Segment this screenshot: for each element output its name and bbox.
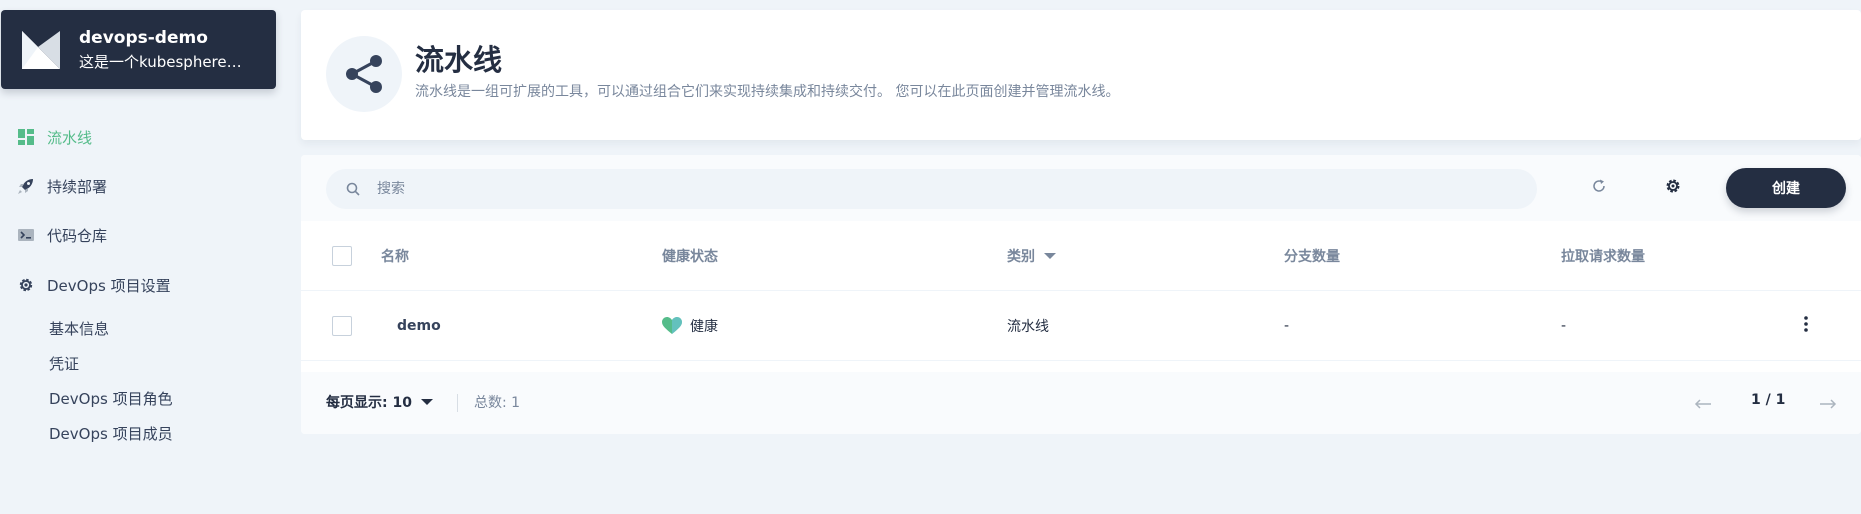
sidebar-subitem-basic-info[interactable]: 基本信息 bbox=[49, 318, 109, 340]
terminal-icon bbox=[18, 227, 34, 243]
sidebar-subitem-credentials[interactable]: 凭证 bbox=[49, 353, 79, 375]
sidebar-subitem-project-roles[interactable]: DevOps 项目角色 bbox=[49, 388, 173, 410]
sidebar-item-label: DevOps 项目设置 bbox=[47, 276, 171, 295]
caret-down-icon[interactable] bbox=[1044, 252, 1056, 260]
arrow-left-icon bbox=[1694, 394, 1712, 413]
search-input[interactable] bbox=[375, 180, 1475, 198]
pipeline-grid-icon bbox=[18, 129, 34, 145]
column-header-pull-requests: 拉取请求数量 bbox=[1561, 249, 1645, 265]
page-size-select[interactable]: 每页显示: 10 bbox=[326, 392, 433, 412]
pipeline-name-cell: demo bbox=[397, 291, 441, 361]
rocket-icon bbox=[18, 178, 34, 194]
project-name: devops-demo bbox=[79, 27, 208, 48]
column-header-type[interactable]: 类别 bbox=[1007, 221, 1056, 291]
divider bbox=[457, 394, 458, 412]
project-logo-icon bbox=[22, 30, 60, 69]
project-info: devops-demo 这是一个kubesphere智... bbox=[79, 27, 249, 73]
column-header-name[interactable]: 名称 bbox=[381, 221, 409, 291]
sidebar-item-project-settings[interactable]: DevOps 项目设置 bbox=[18, 273, 171, 297]
sidebar-subitem-project-members[interactable]: DevOps 项目成员 bbox=[49, 423, 173, 445]
arrow-right-icon bbox=[1819, 394, 1837, 413]
more-vertical-icon bbox=[1804, 316, 1808, 336]
refresh-icon bbox=[1591, 178, 1607, 198]
select-all-checkbox[interactable] bbox=[332, 246, 352, 266]
table-row: demo 健康 流水线 - - bbox=[301, 291, 1861, 361]
toolbar: 创建 bbox=[301, 155, 1861, 221]
sidebar-item-code-repositories[interactable]: 代码仓库 bbox=[18, 223, 107, 247]
next-page-button[interactable] bbox=[1816, 391, 1840, 415]
health-heart-icon bbox=[662, 317, 682, 335]
pagination-bar: 每页显示: 10 总数: 1 1 / 1 bbox=[301, 372, 1861, 434]
type-cell: 流水线 bbox=[1007, 319, 1049, 335]
refresh-button[interactable] bbox=[1587, 176, 1611, 200]
health-status-text: 健康 bbox=[690, 319, 718, 335]
pull-requests-cell: - bbox=[1561, 318, 1567, 334]
page-description: 流水线是一组可扩展的工具，可以通过组合它们来实现持续集成和持续交付。 您可以在此… bbox=[415, 84, 1120, 100]
sidebar-item-label: 代码仓库 bbox=[47, 226, 108, 245]
branches-cell: - bbox=[1284, 318, 1290, 334]
sidebar-item-pipelines[interactable]: 流水线 bbox=[18, 125, 92, 149]
search-icon bbox=[345, 181, 361, 197]
share-nodes-icon bbox=[326, 36, 402, 112]
sidebar-item-label: 流水线 bbox=[47, 128, 93, 147]
select-all-cell bbox=[332, 221, 352, 291]
row-select-cell bbox=[332, 291, 352, 361]
table-settings-button[interactable] bbox=[1661, 176, 1685, 200]
sidebar-item-continuous-deployment[interactable]: 持续部署 bbox=[18, 174, 107, 198]
project-description: 这是一个kubesphere智... bbox=[79, 52, 249, 71]
search-bar[interactable] bbox=[326, 169, 1537, 209]
total-count: 总数: 1 bbox=[474, 395, 521, 411]
pipeline-name-link[interactable]: demo bbox=[397, 318, 441, 334]
caret-down-icon bbox=[420, 398, 433, 406]
row-checkbox[interactable] bbox=[332, 316, 352, 336]
previous-page-button[interactable] bbox=[1691, 391, 1715, 415]
page-indicator: 1 / 1 bbox=[1751, 392, 1786, 408]
project-selector[interactable]: devops-demo 这是一个kubesphere智... bbox=[1, 10, 276, 89]
health-cell: 健康 bbox=[662, 291, 718, 361]
page-title: 流水线 bbox=[415, 43, 503, 77]
row-more-button[interactable] bbox=[1794, 314, 1818, 338]
column-header-type-label: 类别 bbox=[1007, 249, 1035, 265]
column-header-health: 健康状态 bbox=[662, 249, 718, 265]
sidebar: devops-demo 这是一个kubesphere智... 流水线 持续部署 … bbox=[0, 0, 300, 514]
pipeline-list-panel: 创建 名称 健康状态 类别 分支数量 拉取请求数量 demo bbox=[301, 155, 1861, 434]
sidebar-item-label: 持续部署 bbox=[47, 177, 108, 196]
create-button[interactable]: 创建 bbox=[1726, 168, 1846, 208]
page-size-label: 每页显示: 10 bbox=[326, 395, 412, 411]
page-banner: 流水线 流水线是一组可扩展的工具，可以通过组合它们来实现持续集成和持续交付。 您… bbox=[301, 10, 1861, 140]
column-header-branches: 分支数量 bbox=[1284, 249, 1340, 265]
gear-icon bbox=[1665, 178, 1681, 198]
table-header: 名称 健康状态 类别 分支数量 拉取请求数量 bbox=[301, 221, 1861, 291]
gear-icon bbox=[18, 277, 34, 293]
